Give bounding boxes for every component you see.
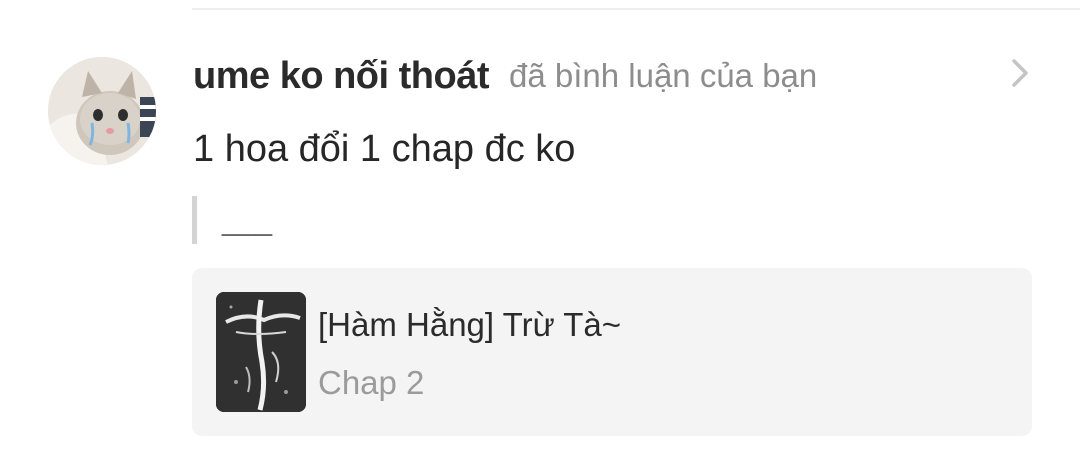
story-thumbnail	[216, 292, 306, 412]
notification-header: ume ko nối thoát đã bình luận của bạn	[193, 52, 817, 100]
cross-artwork-thumbnail	[216, 292, 306, 412]
cat-avatar-icon	[48, 57, 156, 165]
top-divider	[192, 8, 1080, 10]
comment-text: 1 hoa đổi 1 chap đc ko	[193, 128, 576, 170]
quoted-reply: ___	[192, 196, 312, 244]
quoted-text: ___	[222, 204, 273, 237]
story-title: [Hàm Hằng] Trừ Tà~	[318, 306, 622, 343]
action-text: đã bình luận của bạn	[509, 57, 818, 94]
username-link[interactable]: ume ko nối thoát	[193, 55, 490, 98]
story-card[interactable]: [Hàm Hằng] Trừ Tà~ Chap 2	[192, 268, 1032, 436]
notification-page: ume ko nối thoát đã bình luận của bạn 1 …	[0, 0, 1080, 457]
chevron-right-icon[interactable]	[1004, 58, 1034, 88]
user-avatar[interactable]	[48, 57, 156, 165]
chapter-label: Chap 2	[318, 364, 425, 401]
quote-bar	[192, 196, 197, 244]
